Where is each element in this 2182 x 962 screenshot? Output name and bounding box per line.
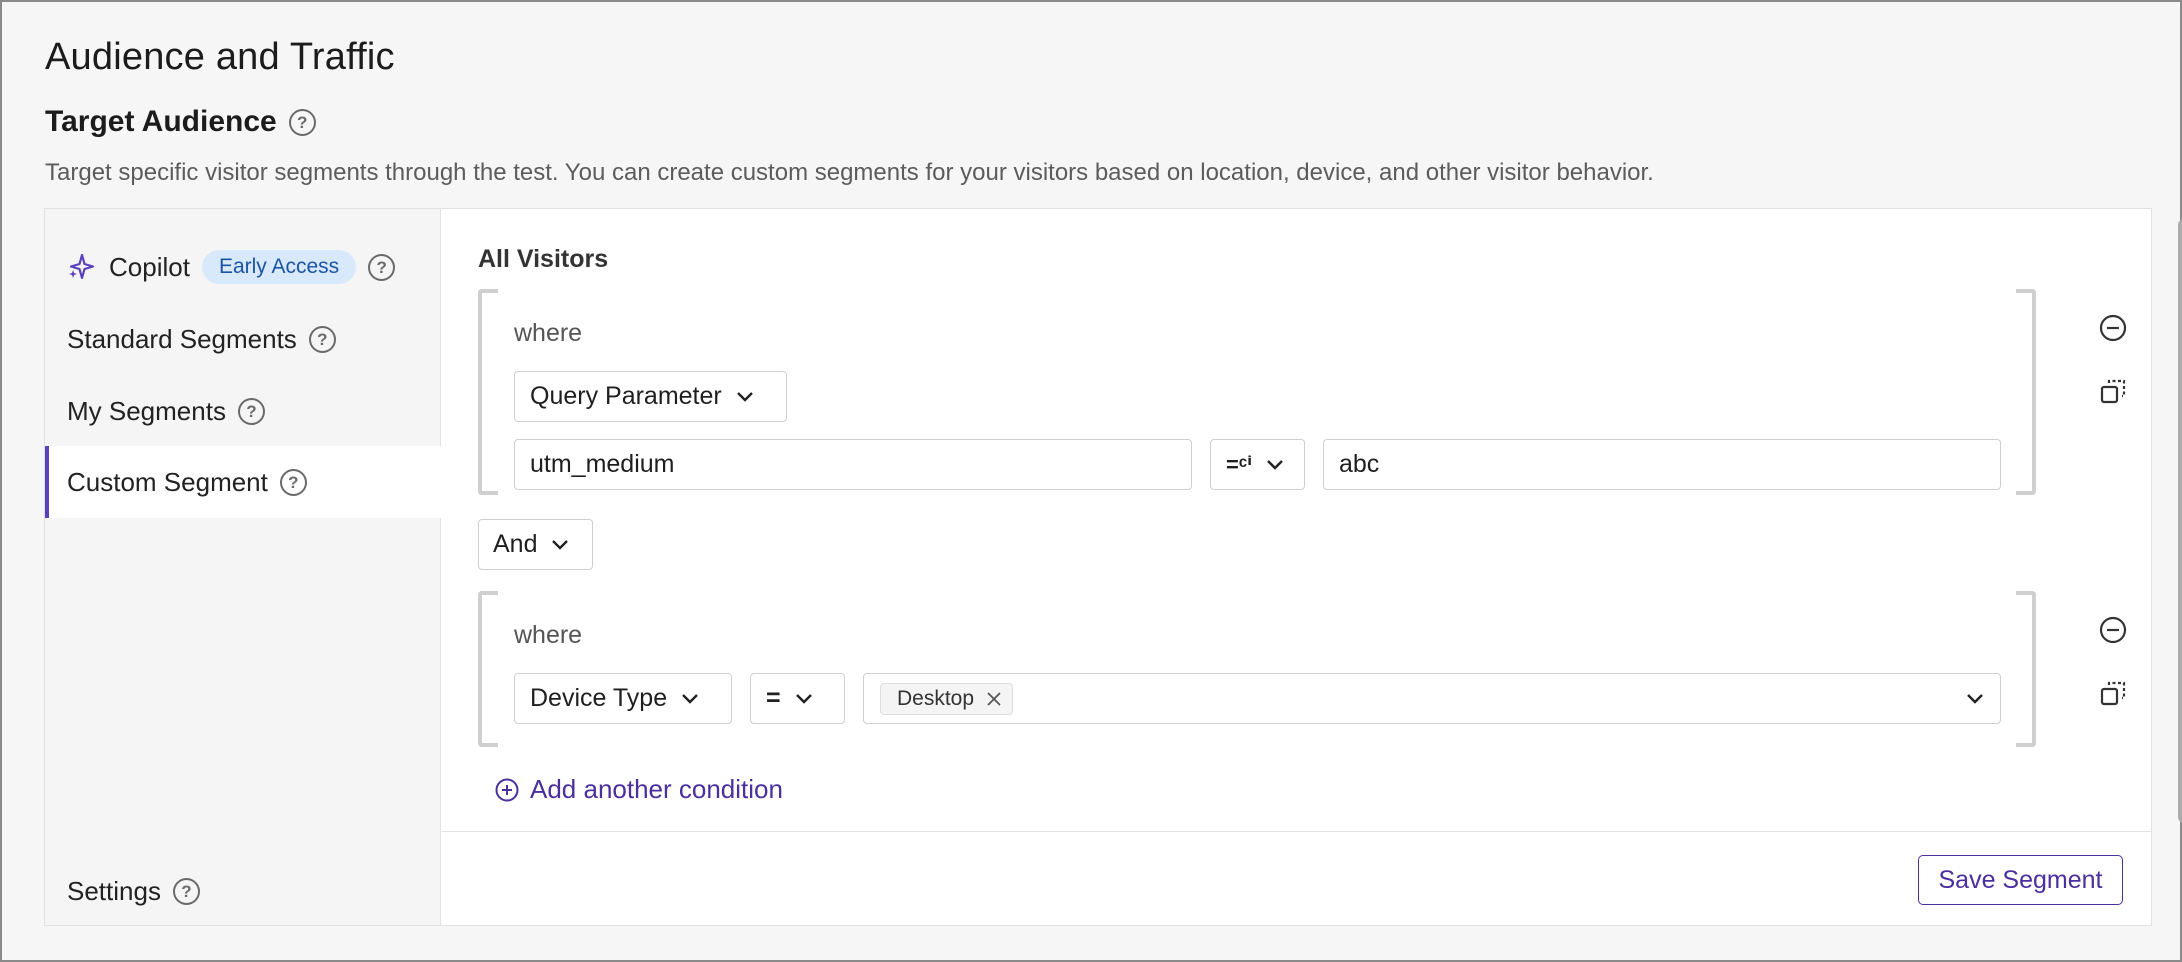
value-input[interactable]: abc [1323, 439, 2001, 490]
page-title: Audience and Traffic [45, 36, 395, 78]
value-input-text: abc [1339, 450, 1380, 478]
sidebar-item-copilot[interactable]: Copilot Early Access ? [45, 231, 441, 303]
duplicate-icon[interactable] [2098, 679, 2128, 709]
field-select[interactable]: Query Parameter [514, 371, 787, 422]
field-select-value: Device Type [530, 684, 668, 712]
early-access-badge: Early Access [201, 250, 357, 284]
segment-builder: All Visitors where Query Parameter utm_m… [442, 209, 2182, 925]
plus-circle-icon [495, 778, 519, 801]
condition-group-1: where Query Parameter utm_medium =ᶜⁱ abc [478, 289, 2036, 495]
sidebar-item-label: My Segments [67, 395, 226, 426]
operator-value: = [766, 684, 781, 712]
query-param-input[interactable]: utm_medium [514, 439, 1192, 490]
save-segment-button[interactable]: Save Segment [1918, 855, 2123, 905]
operator-select[interactable]: = [750, 673, 845, 724]
operator-select[interactable]: =ᶜⁱ [1210, 439, 1305, 490]
minus-circle-icon[interactable] [2098, 615, 2128, 645]
chevron-down-icon [736, 391, 753, 402]
chevron-down-icon[interactable] [1966, 693, 1984, 705]
sidebar-item-custom-segment[interactable]: Custom Segment ? [45, 446, 441, 518]
duplicate-icon[interactable] [2098, 377, 2128, 407]
group-bracket-left [478, 591, 498, 747]
question-circle-icon[interactable]: ? [368, 253, 396, 281]
tag-chip-label: Desktop [897, 686, 975, 710]
device-type-multiselect[interactable]: Desktop [863, 673, 2001, 724]
scrollbar-thumb[interactable] [2178, 219, 2182, 823]
section-description: Target specific visitor segments through… [45, 159, 1654, 186]
segment-header: All Visitors [478, 245, 609, 273]
chevron-down-icon [552, 539, 569, 550]
query-param-value: utm_medium [530, 450, 675, 478]
segment-sidebar: Copilot Early Access ? Standard Segments… [45, 209, 441, 925]
connector-select[interactable]: And [478, 519, 593, 570]
field-select[interactable]: Device Type [514, 673, 732, 724]
question-circle-icon[interactable]: ? [288, 108, 316, 136]
question-circle-icon[interactable]: ? [308, 325, 336, 353]
section-title-text: Target Audience [45, 105, 277, 138]
chevron-down-icon [682, 693, 698, 704]
group-bracket-right [2016, 289, 2036, 495]
where-label: where [514, 319, 583, 347]
tag-chip: Desktop [880, 682, 1014, 715]
group-bracket-right [2016, 591, 2036, 747]
add-condition-button[interactable]: Add another condition [494, 774, 783, 805]
chevron-down-icon [795, 693, 812, 704]
minus-circle-icon[interactable] [2098, 313, 2128, 343]
close-icon[interactable] [986, 691, 1002, 707]
sidebar-item-my-segments[interactable]: My Segments ? [45, 375, 441, 447]
operator-value: =ᶜⁱ [1226, 451, 1253, 477]
question-circle-icon[interactable]: ? [172, 877, 200, 905]
footer-divider [442, 831, 2151, 832]
sidebar-item-settings[interactable]: Settings ? [45, 855, 441, 927]
chevron-down-icon [1267, 459, 1283, 470]
sidebar-item-label: Settings [67, 875, 161, 906]
where-label: where [514, 621, 583, 649]
section-title: Target Audience ? [45, 105, 316, 139]
sidebar-item-label: Custom Segment [67, 466, 268, 497]
connector-value: And [493, 530, 538, 558]
question-circle-icon[interactable]: ? [279, 468, 307, 496]
sparkle-icon [69, 253, 95, 280]
add-condition-label: Add another condition [530, 774, 783, 804]
sidebar-item-standard-segments[interactable]: Standard Segments ? [45, 303, 441, 375]
segment-panel: Copilot Early Access ? Standard Segments… [44, 208, 2182, 926]
sidebar-item-label: Copilot [109, 251, 190, 282]
condition-group-2: where Device Type = Desktop [478, 591, 2036, 747]
sidebar-item-label: Standard Segments [67, 323, 297, 354]
group-bracket-left [478, 289, 498, 495]
question-circle-icon[interactable]: ? [237, 397, 265, 425]
field-select-value: Query Parameter [530, 382, 722, 410]
